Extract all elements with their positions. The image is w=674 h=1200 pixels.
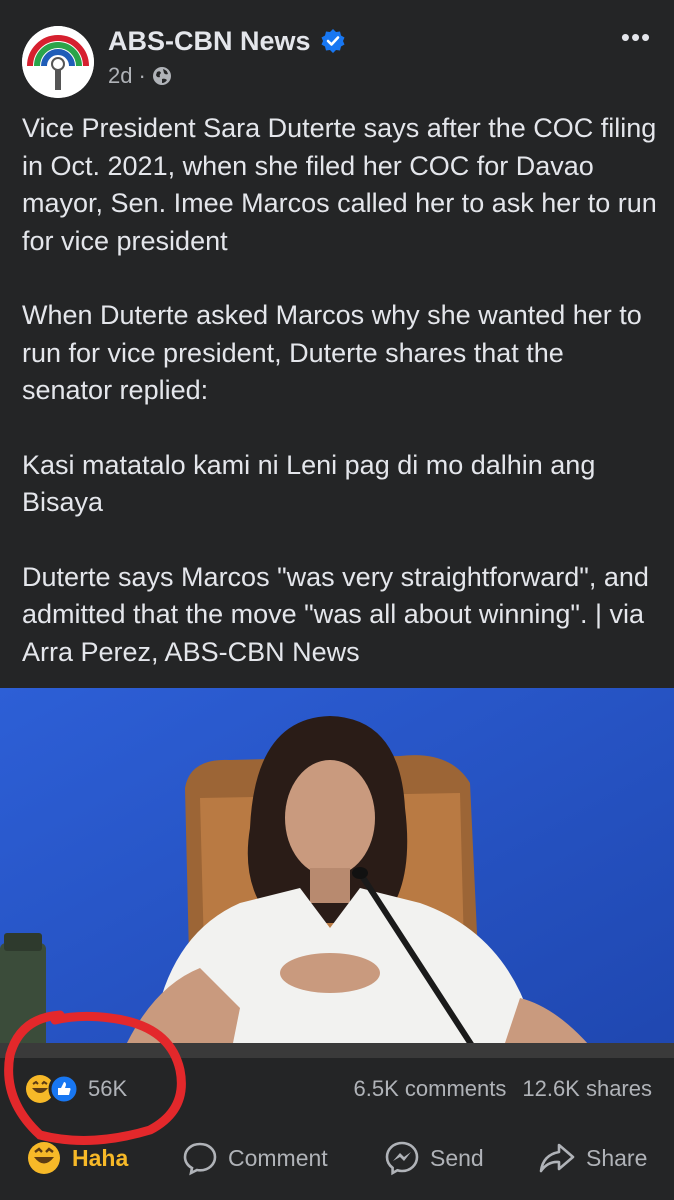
more-options-icon[interactable]: ••• bbox=[618, 22, 654, 52]
post-paragraph: Duterte says Marcos "was very straightfo… bbox=[22, 561, 649, 667]
send-label: Send bbox=[430, 1144, 484, 1171]
post-photo[interactable] bbox=[0, 688, 674, 1058]
reaction-stats-bar: 56K 6.5K comments 12.6K shares bbox=[0, 1058, 674, 1122]
comment-count[interactable]: 6.5K comments bbox=[354, 1076, 507, 1102]
post-paragraph: When Duterte asked Marcos why she wanted… bbox=[22, 300, 642, 405]
haha-label: Haha bbox=[72, 1144, 129, 1171]
messenger-icon bbox=[385, 1141, 419, 1176]
share-label: Share bbox=[586, 1144, 648, 1171]
post-meta: 2d · bbox=[108, 63, 172, 89]
share-count[interactable]: 12.6K shares bbox=[522, 1076, 652, 1102]
engagement-counts: 6.5K comments 12.6K shares bbox=[354, 1076, 652, 1102]
post-paragraph: Vice President Sara Duterte says after t… bbox=[22, 113, 657, 256]
reaction-count[interactable]: 56K bbox=[88, 1076, 127, 1102]
haha-like-reactions-icon[interactable] bbox=[24, 1073, 82, 1105]
post-header: ABS-CBN News 2d · ••• bbox=[0, 0, 674, 100]
haha-icon bbox=[28, 1142, 60, 1174]
share-button[interactable]: Share bbox=[538, 1140, 647, 1176]
meta-separator: · bbox=[138, 63, 146, 88]
press-conference-image bbox=[0, 688, 674, 1058]
globe-icon bbox=[152, 67, 171, 85]
abs-cbn-logo-icon bbox=[22, 26, 94, 98]
comment-label: Comment bbox=[228, 1144, 328, 1171]
comment-button[interactable]: Comment bbox=[182, 1140, 328, 1176]
haha-reaction-button[interactable]: Haha bbox=[26, 1140, 128, 1176]
post-text: Vice President Sara Duterte says after t… bbox=[22, 110, 658, 708]
page-avatar[interactable] bbox=[22, 26, 94, 98]
post-time[interactable]: 2d bbox=[108, 63, 132, 89]
verified-badge-icon bbox=[321, 29, 345, 53]
post-action-bar: Haha Comment Send Share bbox=[0, 1122, 674, 1200]
share-arrow-icon bbox=[539, 1143, 575, 1173]
comment-icon bbox=[183, 1142, 217, 1176]
send-button[interactable]: Send bbox=[384, 1140, 484, 1176]
page-name[interactable]: ABS-CBN News bbox=[108, 26, 311, 57]
post-paragraph: Kasi matatalo kami ni Leni pag di mo dal… bbox=[22, 449, 596, 518]
